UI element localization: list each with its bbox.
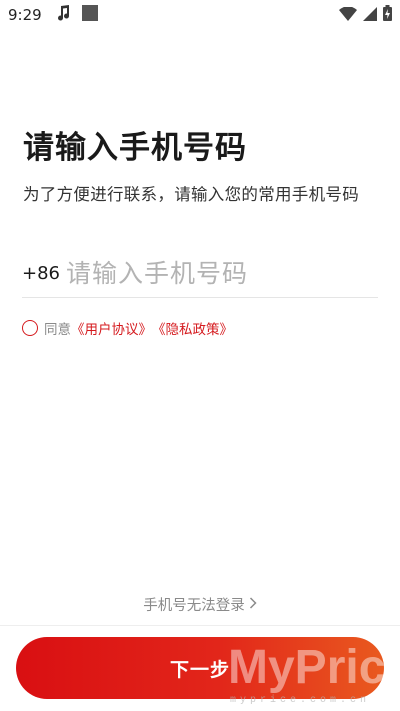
agreement-checkbox[interactable]	[22, 320, 38, 336]
country-code: +86	[22, 263, 60, 284]
user-agreement-link[interactable]: 《用户协议》	[71, 318, 152, 338]
bottom-divider	[0, 625, 400, 626]
status-time: 9:29	[8, 6, 42, 24]
music-note-icon	[56, 5, 70, 25]
privacy-policy-link[interactable]: 《隐私政策》	[152, 318, 233, 338]
status-notification-icons	[56, 5, 98, 25]
status-bar: 9:29	[0, 0, 400, 30]
wifi-icon	[339, 5, 357, 25]
cannot-login-label: 手机号无法登录	[143, 598, 245, 614]
phone-input-row: +86	[22, 250, 378, 298]
page-title: 请输入手机号码	[23, 130, 247, 166]
next-step-button[interactable]: 下一步	[16, 637, 384, 699]
page-subtitle: 为了方便进行联系，请输入您的常用手机号码	[23, 185, 359, 204]
signal-icon	[363, 6, 377, 25]
app-square-icon	[81, 5, 98, 25]
chevron-right-icon	[249, 596, 257, 613]
battery-charging-icon	[383, 5, 392, 25]
agreement-prefix: 同意	[44, 322, 71, 338]
phone-number-input[interactable]	[66, 259, 366, 288]
cannot-login-link[interactable]: 手机号无法登录	[0, 594, 400, 615]
status-system-icons	[339, 5, 392, 25]
agreement-row: 同意 《用户协议》 《隐私政策》	[22, 318, 233, 338]
